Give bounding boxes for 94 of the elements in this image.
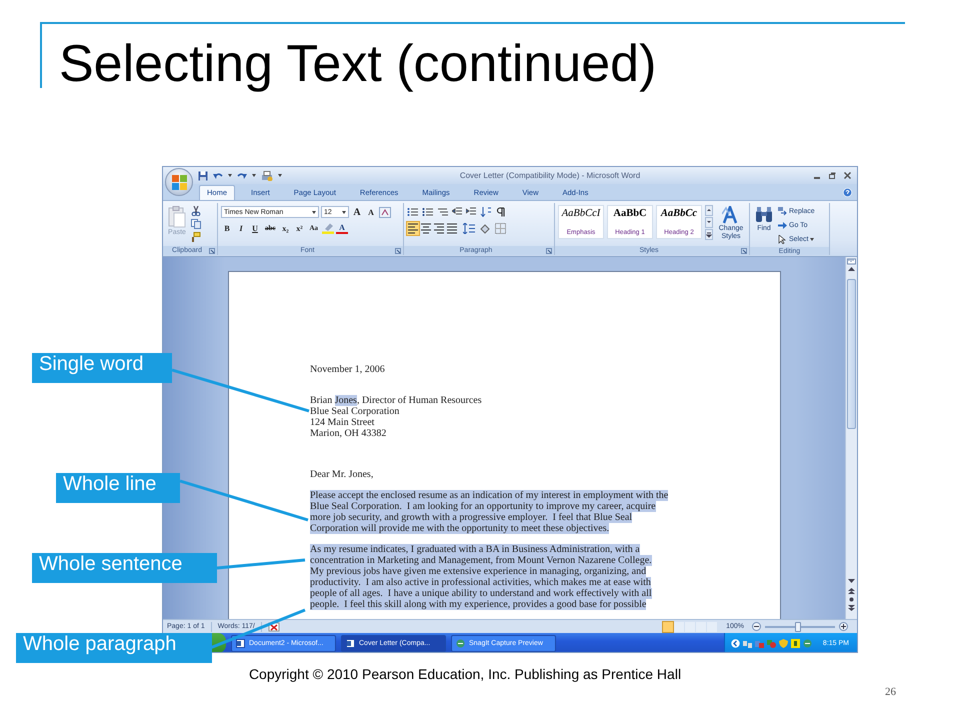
sort-icon[interactable] <box>480 207 492 217</box>
format-painter-icon[interactable] <box>191 232 201 242</box>
document-text-line: 124 Main Street <box>310 417 374 428</box>
increase-indent-icon[interactable] <box>466 207 476 217</box>
close-button[interactable] <box>844 172 851 179</box>
cut-icon[interactable] <box>191 206 201 216</box>
callout-label: Whole line <box>56 473 180 503</box>
align-center-icon <box>421 222 431 234</box>
underline-button[interactable]: U <box>249 222 261 234</box>
grow-font-button[interactable]: A <box>351 206 363 218</box>
document-text-line: Marion, OH 43382 <box>310 428 386 439</box>
redo-icon[interactable] <box>237 172 247 180</box>
scroll-down-button[interactable] <box>848 579 855 584</box>
bold-button[interactable]: B <box>221 222 233 234</box>
caret-icon[interactable] <box>228 174 232 177</box>
decrease-indent-icon[interactable] <box>452 207 462 217</box>
zoom-in-icon[interactable] <box>839 622 848 631</box>
italic-button[interactable]: I <box>235 222 247 234</box>
show-hidden-icons-icon[interactable] <box>730 638 740 648</box>
clear-formatting-icon[interactable] <box>379 206 391 218</box>
undo-icon[interactable] <box>213 172 223 180</box>
replace-icon <box>778 206 787 216</box>
binoculars-icon <box>755 206 773 224</box>
printer-icon[interactable] <box>261 170 273 180</box>
paragraph-mark-icon[interactable] <box>496 207 506 217</box>
styles-icon <box>722 206 740 224</box>
next-page-button[interactable] <box>848 605 855 611</box>
caret-icon <box>342 210 346 214</box>
superscript-button[interactable]: x² <box>294 222 306 234</box>
copy-icon[interactable] <box>191 219 201 229</box>
arrow-icon <box>778 220 787 230</box>
scroll-up-button[interactable] <box>848 266 855 271</box>
document-text-line: November 1, 2006 <box>310 364 385 375</box>
bullets-icon[interactable] <box>407 207 418 217</box>
scroll-thumb[interactable] <box>847 279 856 429</box>
justify-icon <box>447 222 457 234</box>
line-spacing-icon[interactable] <box>463 222 475 234</box>
callout-label: Single word <box>32 353 172 383</box>
window-title: Cover Letter (Compatibility Mode) - Microsoft Word <box>458 171 642 180</box>
document-text-line: Brian Jones, Director of Human Resources <box>310 395 482 406</box>
caret-icon[interactable] <box>252 174 256 177</box>
cursor-icon <box>778 234 787 244</box>
align-right-icon <box>434 222 444 234</box>
subscript-button[interactable]: x₂ <box>280 222 292 234</box>
clipboard-icon <box>168 206 186 228</box>
tray-app-icon[interactable] <box>802 638 812 648</box>
gallery-up-icon[interactable] <box>705 205 713 216</box>
zoom-slider-thumb[interactable] <box>794 622 801 632</box>
document-text-line: Blue Seal Corporation <box>310 406 400 417</box>
document-text-line: Dear Mr. Jones, <box>310 469 374 480</box>
dialog-launcher-icon[interactable] <box>741 248 747 254</box>
browse-object-button[interactable] <box>849 597 854 602</box>
caret-icon <box>810 238 814 240</box>
close-icon <box>844 172 851 179</box>
office-logo-icon <box>172 174 186 190</box>
align-center-button[interactable] <box>420 222 432 234</box>
callout-label: Whole paragraph <box>16 633 212 663</box>
down-arrow-icon <box>848 579 855 584</box>
copyright-notice: Copyright © 2010 Pearson Education, Inc. Publishing as Prentice Hall <box>248 666 682 682</box>
align-left-button[interactable] <box>407 222 419 234</box>
help-icon[interactable] <box>843 188 852 196</box>
gallery-more-icon[interactable] <box>705 229 713 240</box>
font-color-button[interactable]: A <box>336 222 348 234</box>
dialog-launcher-icon[interactable] <box>395 248 401 254</box>
borders-icon[interactable] <box>495 222 506 234</box>
restore-icon <box>829 172 836 179</box>
dialog-launcher-icon[interactable] <box>546 248 552 254</box>
zoom-out-icon[interactable] <box>752 622 761 631</box>
previous-page-button[interactable] <box>848 588 855 594</box>
double-up-arrow-icon <box>848 588 855 594</box>
page-number: 26 <box>885 686 896 698</box>
caret-icon <box>312 210 316 214</box>
slide-title: Selecting Text (continued) <box>58 34 658 90</box>
justify-button[interactable] <box>446 222 458 234</box>
double-down-arrow-icon <box>848 605 855 611</box>
word-document-icon <box>346 638 355 648</box>
numbering-icon[interactable] <box>422 207 433 217</box>
ruler-icon <box>847 257 856 266</box>
maximize-button[interactable] <box>829 172 836 179</box>
dot-icon <box>849 597 854 602</box>
multilevel-list-icon[interactable] <box>437 207 448 217</box>
app-icon <box>456 638 465 648</box>
shrink-font-button[interactable]: A <box>365 206 377 218</box>
shading-icon[interactable] <box>479 222 491 234</box>
word-document-icon <box>236 638 245 648</box>
up-arrow-icon <box>848 266 855 271</box>
callout-label: Whole sentence <box>32 553 217 583</box>
caret-icon[interactable] <box>278 174 282 177</box>
gallery-down-icon[interactable] <box>705 217 713 228</box>
dialog-launcher-icon[interactable] <box>209 248 215 254</box>
align-left-icon <box>408 222 418 234</box>
tray-app-icon[interactable] <box>790 638 800 648</box>
save-icon[interactable] <box>198 170 208 180</box>
align-right-button[interactable] <box>433 222 445 234</box>
